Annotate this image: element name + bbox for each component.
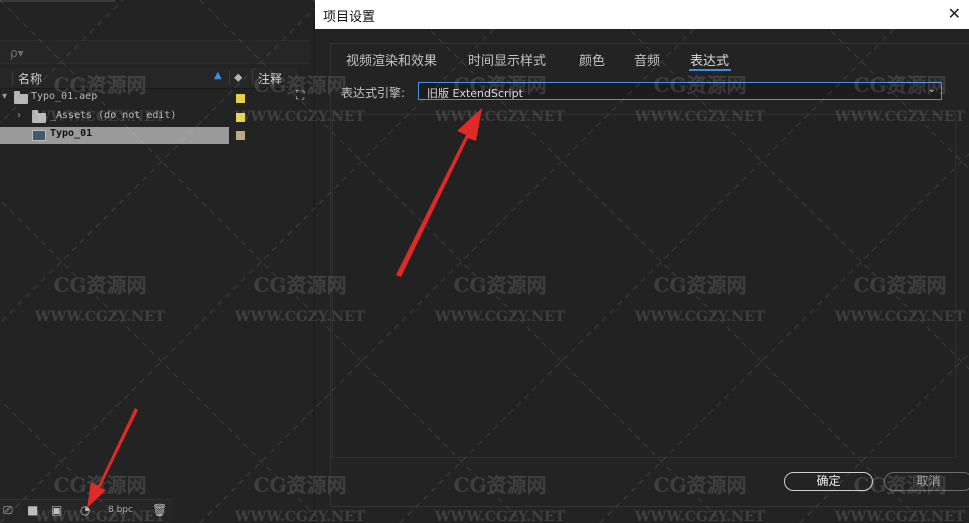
tab-audio[interactable]: 音频 [634,50,660,69]
cancel-button[interactable]: 取消 [884,472,969,491]
ok-button[interactable]: 确定 [784,472,873,491]
trash-icon[interactable]: 🗑 [152,503,167,517]
interpret-footage-icon[interactable]: ⎚ [3,503,13,518]
column-header-row: 名称 ▲ ⬥ 注释 [0,68,297,89]
flowchart-icon[interactable]: ⛶ [296,88,304,103]
bit-depth-button[interactable]: 8 bpc [108,505,133,515]
dropdown-value: 旧版 ExtendScript [427,87,523,100]
active-tab-indicator [689,69,731,71]
item-label: Typo_01 [50,128,93,139]
project-item-aep[interactable]: ▾ Typo_01.aep [0,89,297,108]
column-divider[interactable] [252,71,253,85]
project-panel-footer: ⎚ ■ ▣ ◔ 8 bpc 🗑 [0,499,172,522]
column-notes-header[interactable]: 注释 [258,70,282,87]
project-item-assets[interactable]: › _Assets (do not edit) [0,108,297,127]
search-icon[interactable]: ρ▾ [10,46,24,60]
tab-expressions[interactable]: 表达式 [690,50,729,69]
panel-tab-strip [0,0,115,2]
dialog-body: 视频渲染和效果 时间显示样式 颜色 音频 表达式 表达式引擎: 旧版 Exten… [330,43,969,507]
folder-icon [14,91,28,104]
settings-content-area [332,114,956,458]
dialog-title-bar[interactable]: 项目设置 ✕ [315,0,969,29]
project-settings-icon[interactable]: ◔ [80,503,90,517]
label-color-swatch[interactable] [236,113,245,122]
tab-video-rendering[interactable]: 视频渲染和效果 [346,50,437,69]
label-tag-icon[interactable]: ⬥ [234,70,242,85]
column-divider[interactable] [12,71,13,85]
expression-engine-label: 表达式引擎: [341,86,406,100]
new-composition-icon[interactable]: ▣ [51,503,62,517]
column-name-header[interactable]: 名称 [18,70,42,87]
new-folder-icon[interactable]: ■ [27,503,38,517]
item-label: _Assets (do not edit) [50,110,177,121]
project-panel: ρ▾ 名称 ▲ ⬥ 注释 ▾ Typo_01.aep › _Assets (do… [0,0,313,523]
sort-ascending-icon[interactable]: ▲ [214,70,222,81]
project-settings-dialog: 项目设置 ✕ 视频渲染和效果 时间显示样式 颜色 音频 表达式 表达式引擎: 旧… [315,0,969,523]
project-item-comp[interactable]: Typo_01 [0,126,297,145]
chevron-right-icon[interactable]: › [17,110,21,121]
item-label: Typo_01.aep [31,91,98,102]
label-color-swatch[interactable] [236,131,245,140]
expression-engine-dropdown[interactable]: 旧版 ExtendScript ⌄ [418,82,942,100]
column-divider[interactable] [229,71,230,85]
dialog-title: 项目设置 [323,10,376,25]
chevron-down-icon[interactable]: ⌄ [928,84,936,95]
composition-icon [32,130,46,141]
search-row[interactable]: ρ▾ [0,40,309,64]
tab-time-display[interactable]: 时间显示样式 [468,50,546,69]
close-icon[interactable]: ✕ [948,4,961,23]
label-color-swatch[interactable] [236,94,245,103]
folder-icon [32,110,46,123]
tab-color[interactable]: 颜色 [579,50,605,69]
chevron-down-icon[interactable]: ▾ [2,91,7,102]
